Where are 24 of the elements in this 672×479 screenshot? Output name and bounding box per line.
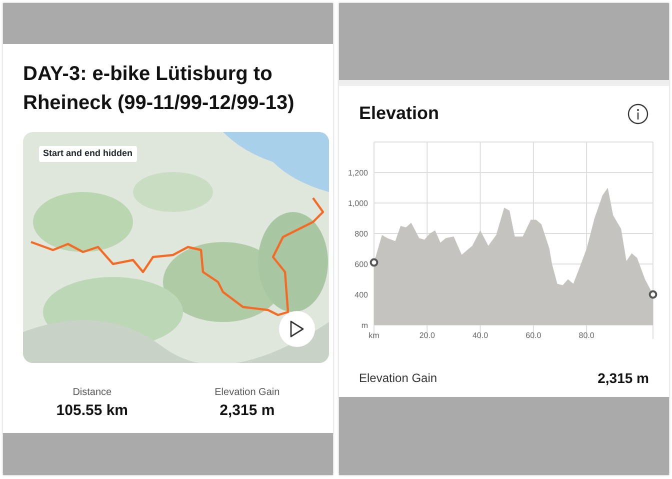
stat-label: Distance: [72, 386, 113, 400]
stat-label: Elevation Gain: [214, 386, 280, 400]
stat-value: 105.55 km: [56, 401, 128, 421]
endpoint-marker: [648, 290, 658, 299]
map-overlay-label: Start and end hidden: [39, 146, 137, 162]
card-title: Elevation: [359, 102, 440, 125]
x-tick-label: 80.0: [578, 331, 594, 340]
y-tick-label: 600: [354, 260, 368, 269]
summary-label: Elevation Gain: [359, 370, 438, 387]
x-tick-label: 60.0: [526, 331, 542, 340]
info-icon[interactable]: [627, 102, 649, 124]
y-tick-label: 1,000: [348, 199, 368, 208]
y-tick-label: 800: [354, 230, 368, 238]
summary-value: 2,315 m: [598, 368, 649, 388]
route-title: DAY-3: e-bike Lütisburg to Rheineck (99-11/99-12/99-13): [22, 62, 296, 116]
x-tick-label: km: [368, 331, 380, 340]
x-tick-label: 20.0: [419, 331, 435, 340]
y-tick-label: 1,200: [348, 168, 368, 178]
play-icon: [289, 320, 305, 338]
y-tick-label: 400: [354, 290, 368, 300]
x-tick-label: 40.0: [472, 331, 488, 340]
y-tick-label: m: [361, 321, 368, 330]
endpoint-marker: [370, 258, 378, 267]
stat-value: 2,315 m: [218, 401, 276, 421]
